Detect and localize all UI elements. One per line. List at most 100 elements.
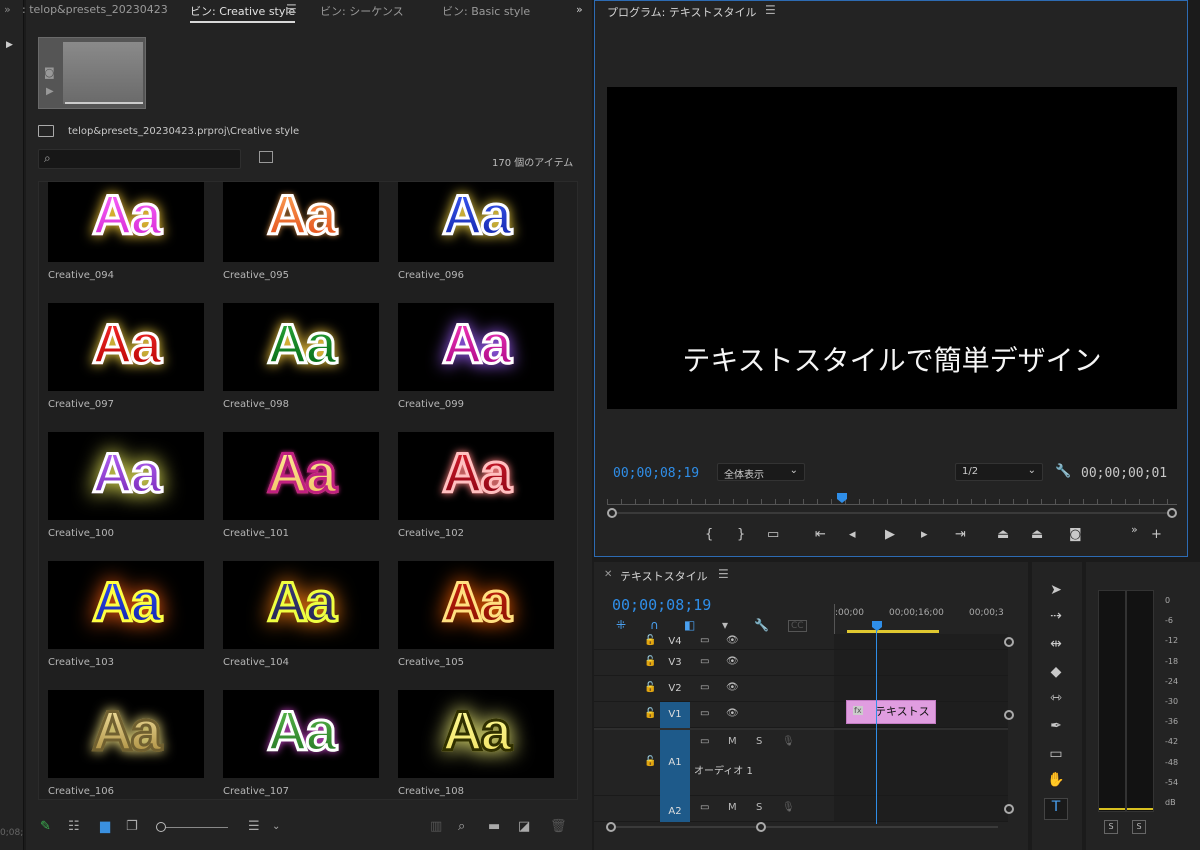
item-thumbnail[interactable]: Aa <box>48 182 204 262</box>
item-name[interactable]: Creative_094 <box>48 270 204 281</box>
bin-item[interactable]: Aa Creative_104 <box>223 561 379 668</box>
search-input[interactable]: ⌕ <box>38 149 241 169</box>
bin-item[interactable]: Aa Creative_095 <box>223 182 379 281</box>
item-thumbnail[interactable]: Aa <box>48 432 204 520</box>
item-thumbnail[interactable]: Aa <box>48 561 204 649</box>
zoom-slider-knob[interactable] <box>156 822 166 832</box>
item-thumbnail[interactable]: Aa <box>48 303 204 391</box>
track-label[interactable]: V2 <box>660 683 690 694</box>
item-thumbnail[interactable]: Aa <box>223 182 379 262</box>
bin-item[interactable]: Aa Creative_100 <box>48 432 204 539</box>
item-name[interactable]: Creative_101 <box>223 528 379 539</box>
mark-out-icon[interactable]: } <box>737 527 745 542</box>
pen-tool-icon[interactable]: ✒ <box>1044 718 1068 740</box>
item-thumbnail[interactable]: Aa <box>48 690 204 778</box>
item-thumbnail[interactable]: Aa <box>398 561 554 649</box>
lock-icon[interactable]: 🔓 <box>644 756 656 767</box>
microphone-icon[interactable]: 🎙 <box>782 802 795 813</box>
linked-selection-icon[interactable]: ◧ <box>684 618 695 632</box>
item-thumbnail[interactable]: Aa <box>398 690 554 778</box>
eye-icon[interactable]: 👁 <box>726 708 739 719</box>
track-label[interactable]: A1 <box>660 730 690 798</box>
item-name[interactable]: Creative_098 <box>223 399 379 410</box>
solo-right-button[interactable]: S <box>1132 820 1146 834</box>
item-name[interactable]: Creative_097 <box>48 399 204 410</box>
bin-item[interactable]: Aa Creative_094 <box>48 182 204 281</box>
sync-lock-icon[interactable]: ▭ <box>700 635 709 646</box>
go-to-in-icon[interactable]: ⇤ <box>815 527 826 542</box>
item-thumbnail[interactable]: Aa <box>398 182 554 262</box>
freeform-view-icon[interactable]: ❐ <box>126 819 138 834</box>
bin-item[interactable]: Aa Creative_108 <box>398 690 554 797</box>
item-thumbnail[interactable]: Aa <box>398 432 554 520</box>
playhead-timecode[interactable]: 00;00;08;19 <box>613 466 699 481</box>
selection-tool-icon[interactable]: ➤ <box>1044 582 1068 604</box>
timeline-settings-icon[interactable]: 🔧 <box>754 618 769 632</box>
play-icon[interactable]: ▶ <box>46 86 54 97</box>
bin-item[interactable]: Aa Creative_096 <box>398 182 554 281</box>
tab-project[interactable]: : telop&presets_20230423 <box>22 3 168 16</box>
tab-creative-style[interactable]: ビン: Creative style <box>190 3 296 23</box>
bin-item[interactable]: Aa Creative_103 <box>48 561 204 668</box>
sync-lock-icon[interactable]: ▭ <box>700 708 709 719</box>
resolution-dropdown[interactable]: 1/2 ⌄ <box>955 463 1043 481</box>
sync-lock-icon[interactable]: ▭ <box>700 682 709 693</box>
play-icon[interactable]: ▶ <box>885 527 895 542</box>
hand-tool-icon[interactable]: ✋ <box>1044 772 1068 794</box>
bin-item[interactable]: Aa Creative_102 <box>398 432 554 539</box>
close-icon[interactable]: ✕ <box>604 569 612 580</box>
item-name[interactable]: Creative_108 <box>398 786 554 797</box>
track-area[interactable] <box>834 796 1008 821</box>
bin-item[interactable]: Aa Creative_106 <box>48 690 204 797</box>
tab-basic-style[interactable]: ビン: Basic style <box>442 3 530 19</box>
more-controls-icon[interactable]: » <box>1131 523 1138 536</box>
type-tool-icon[interactable]: T <box>1044 798 1068 820</box>
track-area[interactable] <box>834 650 1008 675</box>
rectangle-tool-icon[interactable]: ▭ <box>1044 746 1068 768</box>
new-search-bin-icon[interactable] <box>259 151 273 163</box>
track-area[interactable] <box>834 730 1008 795</box>
item-thumbnail[interactable]: Aa <box>223 303 379 391</box>
program-time-ruler[interactable] <box>607 491 1177 505</box>
scroll-start-handle[interactable] <box>607 508 617 518</box>
item-name[interactable]: Creative_095 <box>223 270 379 281</box>
item-name[interactable]: Creative_104 <box>223 657 379 668</box>
ripple-edit-tool-icon[interactable]: ⇹ <box>1044 636 1068 658</box>
icon-view-icon[interactable]: ▆ <box>100 819 110 834</box>
mark-in-icon[interactable]: { <box>705 527 713 542</box>
camera-icon[interactable]: ◙ <box>44 66 55 79</box>
parent-folder-icon[interactable] <box>38 125 54 137</box>
tab-sequence[interactable]: ビン: シーケンス <box>320 3 404 19</box>
sync-lock-icon[interactable]: ▭ <box>700 656 709 667</box>
new-item-icon[interactable]: ◪ <box>518 819 530 834</box>
go-to-out-icon[interactable]: ⇥ <box>955 527 966 542</box>
item-thumbnail[interactable]: Aa <box>398 303 554 391</box>
lift-icon[interactable]: ⏏ <box>997 527 1009 542</box>
track-label[interactable]: A2 <box>660 796 690 822</box>
find-icon[interactable]: ⌕ <box>458 819 465 834</box>
item-name[interactable]: Creative_096 <box>398 270 554 281</box>
program-zoom-scrollbar[interactable] <box>607 508 1177 518</box>
step-back-icon[interactable]: ◂ <box>849 527 856 542</box>
microphone-icon[interactable]: 🎙 <box>782 736 795 747</box>
panel-menu-icon[interactable]: ☰ <box>765 3 776 17</box>
item-name[interactable]: Creative_099 <box>398 399 554 410</box>
list-view-icon[interactable]: ☷ <box>68 819 80 834</box>
timeline-timecode[interactable]: 00;00;08;19 <box>612 596 711 614</box>
scroll-start-handle[interactable] <box>606 822 616 832</box>
sort-chevron-icon[interactable]: ⌄ <box>272 821 280 832</box>
button-editor-icon[interactable]: + <box>1151 527 1162 542</box>
sync-lock-icon[interactable]: ▭ <box>700 736 709 747</box>
lock-icon[interactable]: 🔓 <box>644 682 656 693</box>
nest-icon[interactable]: ⁜ <box>616 618 626 632</box>
step-forward-icon[interactable]: ▸ <box>921 527 928 542</box>
mute-button[interactable]: M <box>728 802 737 813</box>
solo-button[interactable]: S <box>756 736 762 747</box>
scroll-end-handle[interactable] <box>1167 508 1177 518</box>
item-name[interactable]: Creative_107 <box>223 786 379 797</box>
mute-button[interactable]: M <box>728 736 737 747</box>
bin-item[interactable]: Aa Creative_098 <box>223 303 379 410</box>
eye-icon[interactable]: 👁 <box>726 656 739 667</box>
lock-icon[interactable]: 🔓 <box>644 656 656 667</box>
sort-icon[interactable]: ☰ <box>248 819 260 834</box>
